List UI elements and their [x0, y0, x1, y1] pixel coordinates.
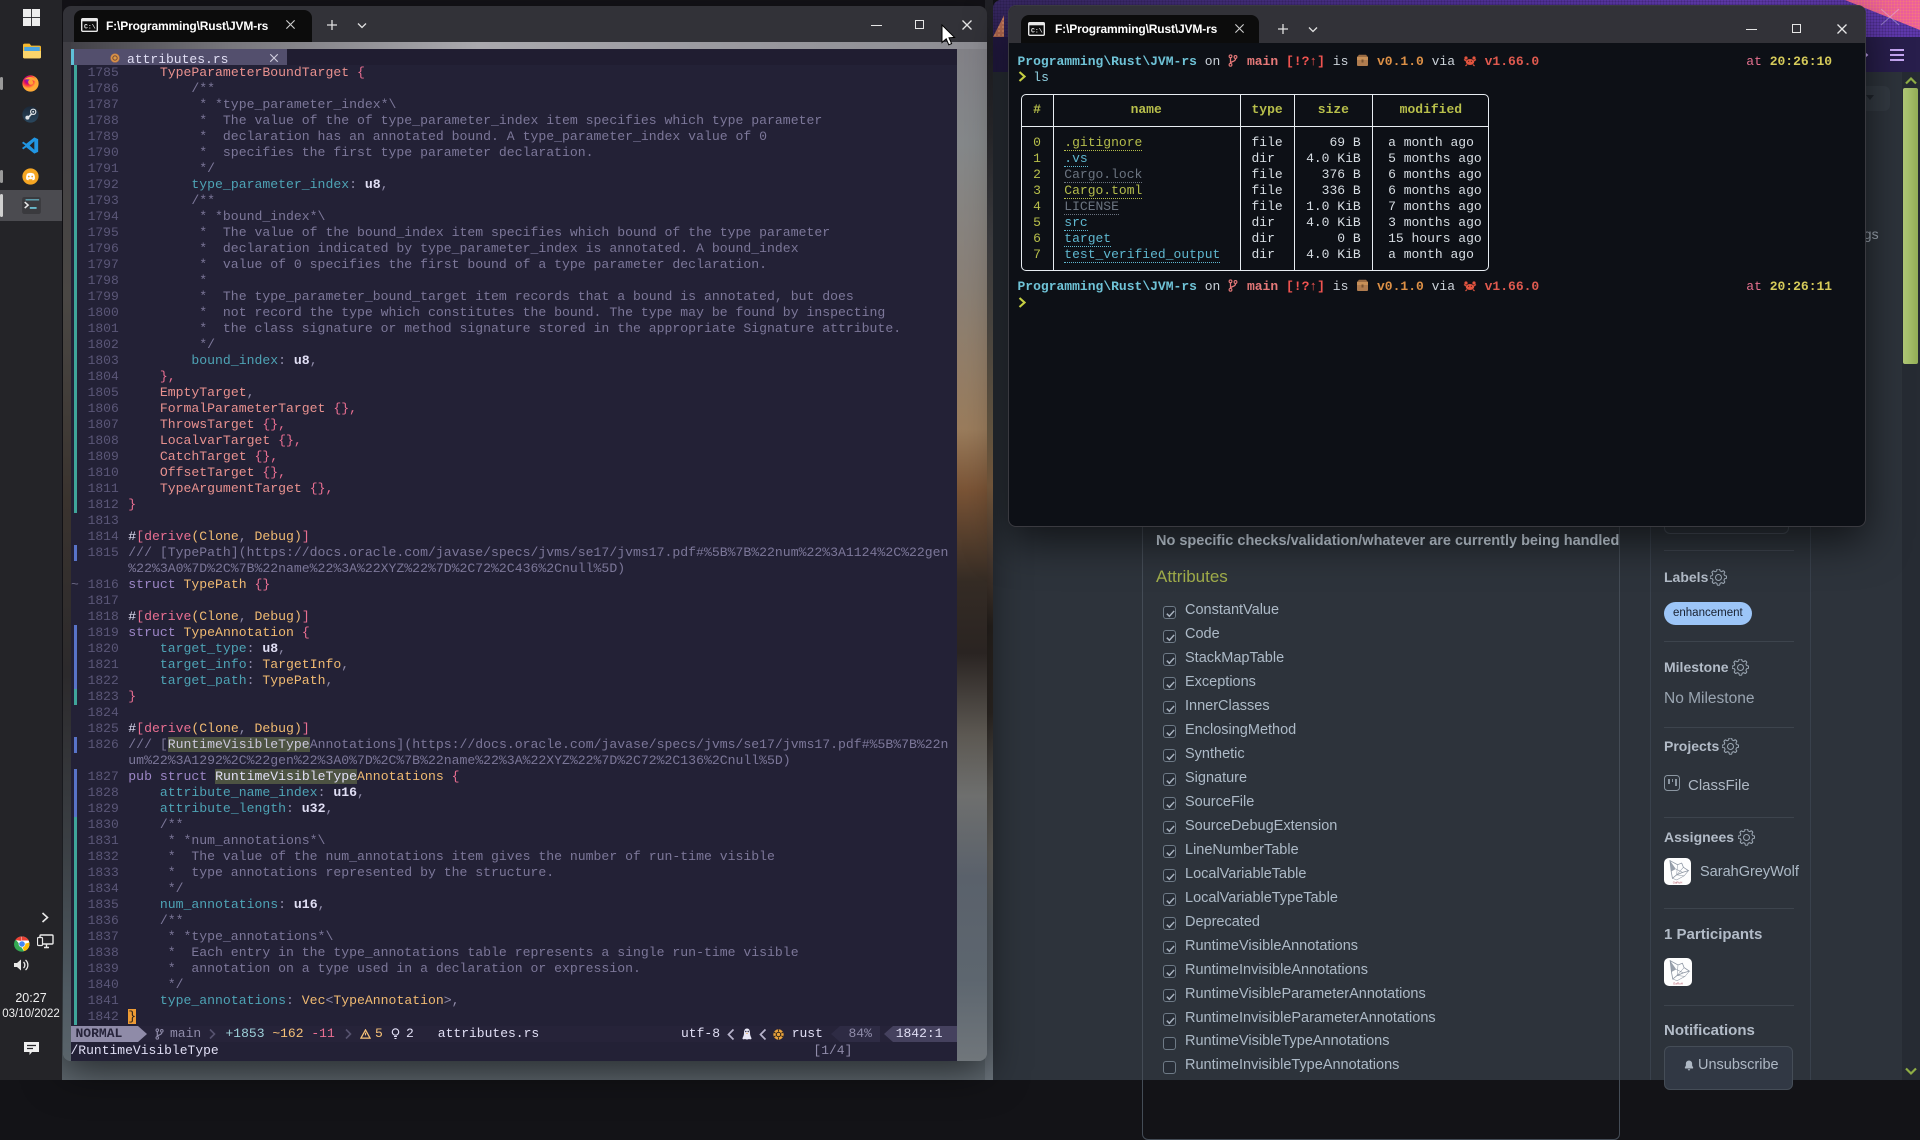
- svg-text:GaRuH: GaRuH: [1673, 880, 1683, 884]
- svg-text:C:\: C:\: [84, 24, 96, 31]
- svg-text:GaRuH: GaRuH: [1673, 981, 1683, 985]
- svg-text:C:\: C:\: [1031, 28, 1043, 35]
